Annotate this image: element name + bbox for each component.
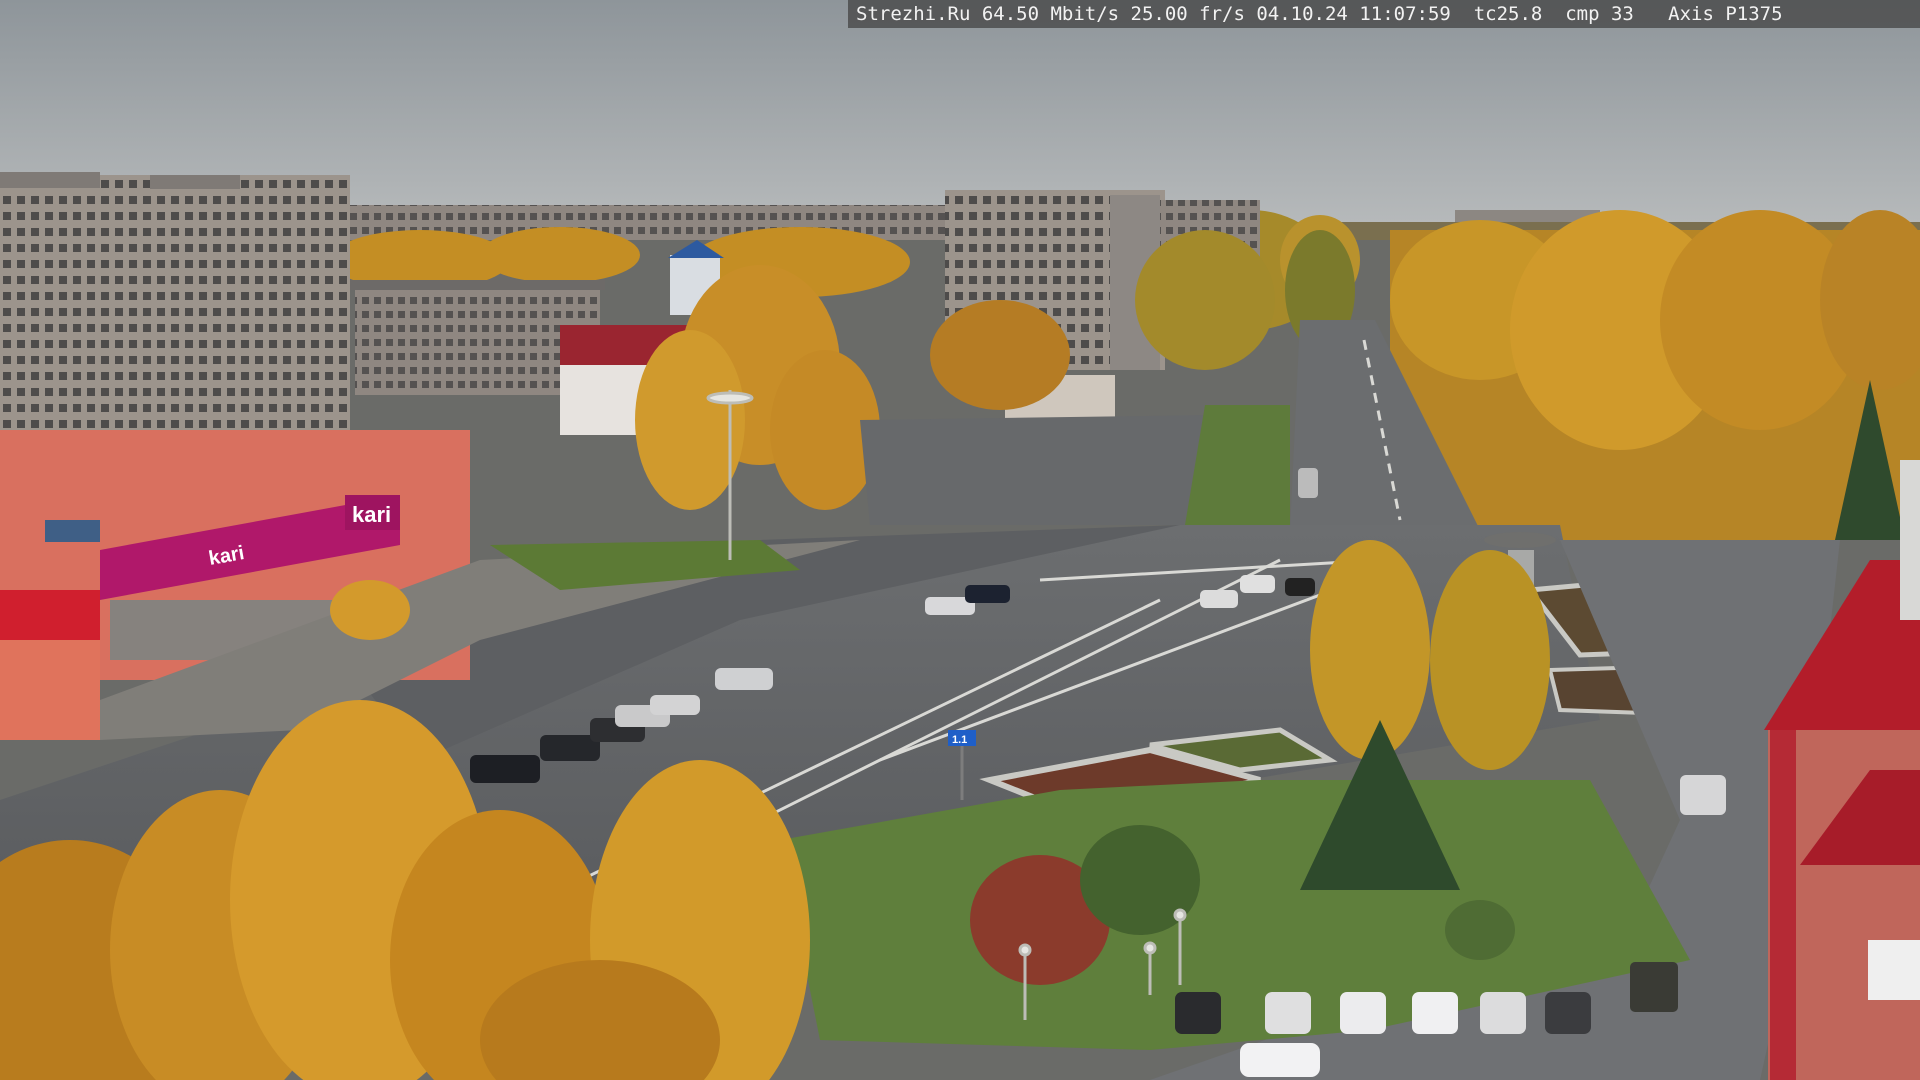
camera-info-overlay: Strezhi.Ru 64.50 Mbit/s 25.00 fr/s 04.10… xyxy=(848,0,1920,28)
webcam-city-scene: kari kari 1.1 xyxy=(0,0,1920,1080)
central-plaza xyxy=(860,415,1210,525)
kari-sign-text: kari xyxy=(352,502,391,527)
right-forest xyxy=(1390,210,1920,540)
road-sign-text: 1.1 xyxy=(952,734,967,746)
